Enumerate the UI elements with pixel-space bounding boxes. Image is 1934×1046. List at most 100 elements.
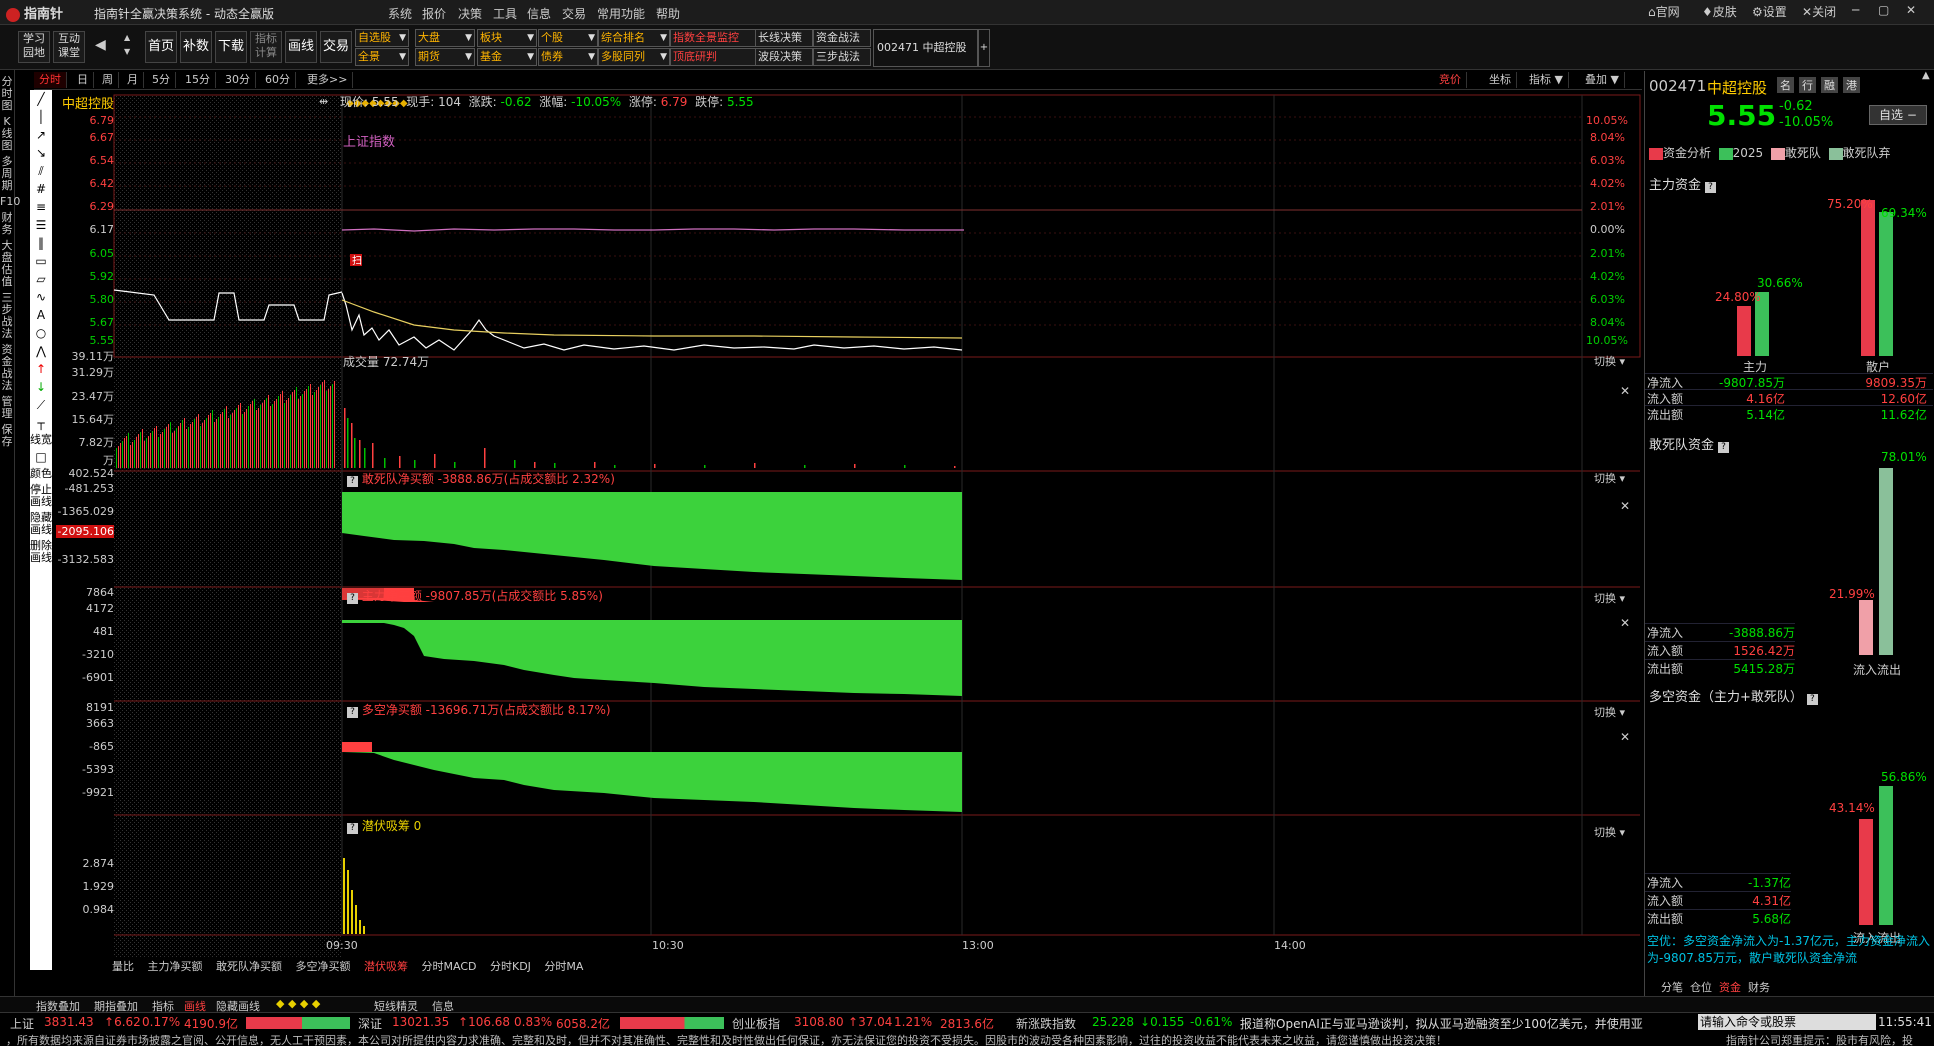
trade-button[interactable]: 交易 — [320, 31, 352, 63]
multi-stock-dropdown[interactable]: 多股同列 ▼ — [598, 48, 670, 66]
hide-draw-label[interactable]: 隐藏画线 — [30, 510, 52, 538]
nav-multi-period[interactable]: 多周期 — [0, 156, 14, 192]
ray-tool-icon[interactable]: ↗ — [30, 126, 52, 144]
window-close-button[interactable]: ✕ — [1906, 3, 1916, 17]
tab-long-short-net[interactable]: 多空净买额 — [296, 960, 351, 973]
line-width-label[interactable]: 线宽 — [30, 432, 52, 448]
circle-tool-icon[interactable]: ○ — [30, 324, 52, 342]
close-icon[interactable]: ✕ — [1620, 499, 1630, 513]
tab-margin[interactable]: 融 — [1821, 77, 1838, 93]
tab-hk[interactable]: 港 — [1843, 77, 1860, 93]
draw-line-button[interactable]: 画线 — [285, 31, 317, 63]
menu-system[interactable]: 系统 — [388, 5, 412, 22]
text-tool-icon[interactable]: A — [30, 306, 52, 324]
download-button[interactable]: 下载 — [215, 31, 247, 63]
triangle-left-icon[interactable]: ◀ — [95, 37, 106, 53]
command-input[interactable]: 请输入命令或股票 — [1698, 1014, 1876, 1030]
up-arrow-icon[interactable]: ↑ — [30, 360, 52, 378]
news-ticker[interactable]: 报道称OpenAI正与亚马逊谈判，拟从亚马逊融资至少100亿美元，并使用亚 — [1240, 1015, 1695, 1032]
switch-button[interactable]: 切换 ▾ — [1594, 590, 1625, 606]
stock-dropdown[interactable]: 个股 ▼ — [538, 29, 598, 47]
nav-three-step[interactable]: 三步战法 — [0, 292, 14, 340]
cy-label[interactable]: 创业板指 — [732, 1015, 780, 1032]
ranking-dropdown[interactable]: 综合排名 ▼ — [598, 29, 670, 47]
scroll-up-icon[interactable]: ▲ — [1922, 70, 1930, 81]
sector-dropdown[interactable]: 板块 ▼ — [477, 29, 537, 47]
overlay-button[interactable]: 叠加 ▼ — [1580, 72, 1625, 88]
diamond-icon[interactable]: ◆ ◆ ◆ ◆ — [276, 997, 320, 1010]
nh-label[interactable]: 新涨跌指数 — [1016, 1015, 1076, 1032]
watchlist-dropdown[interactable]: 自选股 ▼ — [355, 29, 409, 47]
period-day[interactable]: 日 — [72, 72, 94, 88]
menu-decision[interactable]: 决策 — [458, 5, 482, 22]
auction-button[interactable]: 竞价 — [1434, 72, 1467, 88]
watchlist-button[interactable]: 自选 − — [1869, 105, 1927, 125]
period-month[interactable]: 月 — [122, 72, 144, 88]
index-monitor-button[interactable]: 指数全景监控 — [670, 29, 756, 47]
tab-ticks[interactable]: 分笔 — [1661, 981, 1683, 994]
interactive-class-button[interactable]: 互动 课堂 — [53, 31, 85, 63]
tab-main-net[interactable]: 主力净买额 — [148, 960, 203, 973]
help-icon[interactable]: ? — [347, 707, 358, 718]
panorama-dropdown[interactable]: 全景 ▼ — [355, 48, 409, 66]
nav-finance[interactable]: 财务 — [0, 212, 14, 236]
indicator-button[interactable]: 指标 ▼ — [1524, 72, 1569, 88]
line-tool-icon[interactable]: ╱ — [30, 90, 52, 108]
menu-common[interactable]: 常用功能 — [597, 5, 645, 22]
bond-dropdown[interactable]: 债券 ▼ — [538, 48, 598, 66]
line-width-box[interactable]: □ — [30, 448, 52, 466]
menu-quote[interactable]: 报价 — [422, 5, 446, 22]
nav-intraday[interactable]: 分时图 — [0, 76, 14, 112]
learning-garden-button[interactable]: 学习 园地 — [18, 31, 50, 63]
arrow-tool-icon[interactable]: ↘ — [30, 144, 52, 162]
sh-label[interactable]: 上证 — [10, 1015, 34, 1032]
nav-fund-strategy[interactable]: 资金战法 — [0, 344, 14, 392]
close-icon[interactable]: ✕ — [1620, 730, 1630, 744]
fund-dropdown[interactable]: 基金 ▼ — [477, 48, 537, 66]
color-label[interactable]: 颜色 — [30, 466, 52, 482]
nav-manage[interactable]: 管理 — [0, 396, 14, 420]
switch-button[interactable]: 切换 ▾ — [1594, 704, 1625, 720]
fan-tool-icon[interactable]: ⟋ — [30, 396, 52, 414]
minimize-button[interactable]: ─ — [1852, 3, 1859, 17]
website-button[interactable]: ⌂官网 — [1648, 3, 1680, 20]
gann-tool-icon[interactable]: ☰ — [30, 216, 52, 234]
skin-button[interactable]: ♦皮肤 — [1702, 3, 1737, 20]
menu-trade[interactable]: 交易 — [562, 5, 586, 22]
tab-industry[interactable]: 行 — [1799, 77, 1816, 93]
futures-dropdown[interactable]: 期货 ▼ — [415, 48, 475, 66]
nav-valuation[interactable]: 大盘估值 — [0, 240, 14, 288]
tab-macd[interactable]: 分时MACD — [422, 960, 477, 973]
home-page-button[interactable]: 首页 — [145, 31, 177, 63]
vline-tool-icon[interactable]: │ — [30, 108, 52, 126]
help-icon[interactable]: ? — [347, 593, 358, 604]
tab-name[interactable]: 名 — [1777, 77, 1794, 93]
swing-button[interactable]: 波段决策 — [755, 48, 813, 66]
tab-dare-net[interactable]: 敢死队净买额 — [216, 960, 282, 973]
fund-strategy-button[interactable]: 资金战法 — [813, 29, 871, 47]
long-term-button[interactable]: 长线决策 — [755, 29, 813, 47]
tab-fund[interactable]: 资金 — [1719, 981, 1741, 994]
expand-icon[interactable]: ⇹ — [319, 95, 328, 108]
add-tab-button[interactable]: + — [978, 29, 990, 67]
zigzag-tool-icon[interactable]: ⋀ — [30, 342, 52, 360]
tab-kdj[interactable]: 分时KDJ — [490, 960, 531, 973]
help-icon[interactable]: ? — [347, 476, 358, 487]
period-60min[interactable]: 60分 — [260, 72, 296, 88]
three-step-button[interactable]: 三步战法 — [813, 48, 871, 66]
period-intraday[interactable]: 分时 — [34, 72, 67, 88]
grid-tool-icon[interactable]: # — [30, 180, 52, 198]
nav-save[interactable]: 保存 — [0, 424, 14, 448]
stock-code-box[interactable]: 002471 中超控股 — [873, 29, 978, 67]
tab-accumulate[interactable]: 潜伏吸筹 — [364, 960, 408, 973]
down-arrow-icon[interactable]: ↓ — [30, 378, 52, 396]
tab-volume-ratio[interactable]: 量比 — [112, 960, 134, 973]
channel-tool-icon[interactable]: ⫽ — [30, 162, 52, 180]
help-icon[interactable]: ? — [1718, 442, 1730, 453]
help-icon[interactable]: ? — [347, 823, 358, 834]
period-5min[interactable]: 5分 — [147, 72, 176, 88]
patch-data-button[interactable]: 补数 — [180, 31, 212, 63]
hline-tool-icon[interactable]: ┬ — [30, 414, 52, 432]
delete-draw-label[interactable]: 删除画线 — [30, 538, 52, 566]
nav-f10[interactable]: F10 — [0, 196, 20, 208]
